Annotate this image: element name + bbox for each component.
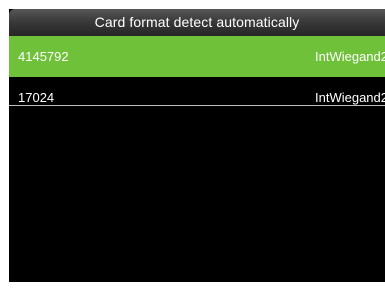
device-screen: Card format detect automatically 4145792… [9,9,385,282]
card-format: IntWiegand26a [315,90,385,105]
card-list-item-selected[interactable]: 4145792 IntWiegand26 [9,36,385,77]
card-number: 4145792 [18,49,69,64]
card-format: IntWiegand26 [315,49,385,64]
card-list-item[interactable]: 17024 IntWiegand26a [9,77,385,118]
screen-title: Card format detect automatically [9,9,385,36]
list-divider [9,105,385,106]
card-number: 17024 [18,90,55,105]
